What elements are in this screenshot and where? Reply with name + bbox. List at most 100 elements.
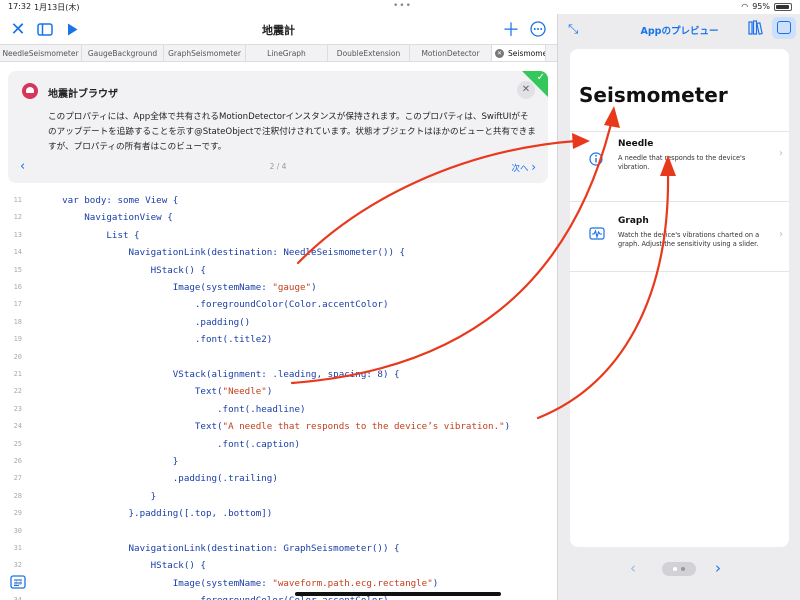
status-bar: 17:32 1月13日(木) ••• ◠ 95% bbox=[0, 0, 800, 14]
code-line[interactable]: 16 Image(systemName: "gauge") bbox=[0, 279, 557, 296]
code-text: Image(systemName: "gauge") bbox=[40, 282, 317, 293]
code-editor-pane: ✕ 地震計 ＋ NeedleSeismometer GaugeBackgroun… bbox=[0, 14, 557, 600]
code-line[interactable]: 27 .padding(.trailing) bbox=[0, 470, 557, 487]
code-line[interactable]: 15 HStack() { bbox=[0, 262, 557, 279]
tab-double-extension[interactable]: DoubleExtension bbox=[328, 45, 410, 61]
line-number: 27 bbox=[13, 474, 22, 483]
info-icon bbox=[589, 152, 603, 166]
wifi-icon: ◠ bbox=[741, 2, 749, 11]
seismometer-app-icon bbox=[22, 83, 38, 99]
code-text: Text("A needle that responds to the devi… bbox=[40, 421, 511, 433]
code-text: .foregroundColor(Color.accentColor) bbox=[40, 299, 389, 311]
tab-seismometer-label: Seismometer bbox=[508, 49, 546, 58]
tab-motion-detector[interactable]: MotionDetector bbox=[410, 45, 492, 61]
line-number: 31 bbox=[13, 544, 22, 552]
line-number: 20 bbox=[13, 352, 22, 361]
line-number: 16 bbox=[13, 283, 22, 291]
tab-gauge-background[interactable]: GaugeBackground bbox=[82, 45, 164, 61]
code-text: Text("Needle") bbox=[40, 386, 273, 398]
multitasking-icon[interactable]: ••• bbox=[393, 1, 412, 11]
preview-pager: ‹ › bbox=[558, 559, 800, 579]
code-text: .font(.headline) bbox=[40, 403, 306, 415]
code-text: }.padding([.top, .bottom]) bbox=[40, 508, 273, 520]
graph-icon bbox=[589, 227, 605, 241]
more-icon[interactable] bbox=[528, 18, 548, 40]
pager-dot bbox=[681, 567, 685, 571]
line-number: 11 bbox=[13, 196, 22, 204]
code-text: } bbox=[40, 456, 179, 467]
code-text: } bbox=[40, 490, 157, 502]
code-line[interactable]: 17 .foregroundColor(Color.accentColor) bbox=[0, 296, 557, 313]
code-line[interactable]: 31 NavigationLink(destination: GraphSeis… bbox=[0, 540, 557, 557]
code-line[interactable]: 23 .font(.headline) bbox=[0, 401, 557, 418]
guide-card: 地震計ブラウザ ✕ ✓ このプロパティには、App全体で共有されるMotionD… bbox=[8, 71, 548, 183]
code-line[interactable]: 13 List { bbox=[0, 227, 557, 244]
line-number: 22 bbox=[13, 387, 22, 396]
code-line[interactable]: 19 .font(.title2) bbox=[0, 331, 557, 348]
guide-next-label: 次へ bbox=[511, 164, 529, 174]
device-preview: Seismometer Needle A needle that respond… bbox=[570, 49, 789, 547]
code-line[interactable]: 18 .padding() bbox=[0, 314, 557, 331]
tab-seismometer[interactable]: ✕ Seismometer bbox=[492, 45, 546, 61]
code-line[interactable]: 12 NavigationView { bbox=[0, 209, 557, 226]
code-line[interactable]: 14 NavigationLink(destination: NeedleSei… bbox=[0, 244, 557, 261]
line-number: 26 bbox=[13, 457, 22, 465]
code-line[interactable]: 20 bbox=[0, 349, 557, 366]
code-line[interactable]: 24 Text("A needle that responds to the d… bbox=[0, 418, 557, 435]
code-text: NavigationView { bbox=[40, 212, 173, 224]
code-text: .padding() bbox=[40, 316, 251, 328]
code-line[interactable]: 28 } bbox=[0, 488, 557, 505]
tab-line-graph[interactable]: LineGraph bbox=[246, 45, 328, 61]
line-number: 14 bbox=[13, 248, 22, 257]
home-indicator bbox=[295, 592, 501, 596]
line-number: 30 bbox=[13, 526, 22, 535]
line-number: 29 bbox=[13, 509, 22, 518]
line-number: 17 bbox=[13, 300, 22, 309]
editor-toolbar: ✕ 地震計 ＋ bbox=[0, 14, 557, 44]
guide-next-button[interactable]: 次へ › bbox=[511, 160, 536, 174]
preview-toggle-button[interactable] bbox=[772, 17, 796, 39]
line-number: 23 bbox=[13, 404, 22, 413]
document-icon[interactable] bbox=[10, 575, 28, 591]
tab-close-icon[interactable]: ✕ bbox=[495, 49, 504, 58]
code-text: .padding(.trailing) bbox=[40, 473, 278, 485]
status-time: 17:32 bbox=[8, 2, 32, 11]
row-title-needle: Needle bbox=[618, 139, 654, 149]
code-text: var body: some View { bbox=[40, 195, 179, 206]
line-number: 18 bbox=[13, 317, 22, 326]
code-text: VStack(alignment: .leading, spacing: 8) … bbox=[40, 369, 400, 380]
file-tabs: NeedleSeismometer GaugeBackground GraphS… bbox=[0, 44, 557, 62]
chevron-right-icon: › bbox=[531, 160, 536, 174]
code-line[interactable]: 11 var body: some View { bbox=[0, 192, 557, 209]
list-item-graph[interactable]: Graph Watch the device's vibrations char… bbox=[570, 201, 789, 271]
pager-prev-icon[interactable]: ‹ bbox=[630, 559, 636, 577]
line-number: 15 bbox=[13, 265, 22, 274]
code-text: .font(.title2) bbox=[40, 334, 273, 346]
code-line[interactable]: 29 }.padding([.top, .bottom]) bbox=[0, 505, 557, 522]
pager-next-icon[interactable]: › bbox=[715, 559, 721, 577]
code-line[interactable]: 30 bbox=[0, 523, 557, 540]
line-number: 28 bbox=[13, 491, 22, 500]
battery-icon bbox=[774, 2, 792, 11]
list-item-needle[interactable]: Needle A needle that responds to the dev… bbox=[570, 131, 789, 201]
line-number: 12 bbox=[13, 213, 22, 222]
status-right: ◠ 95% bbox=[741, 2, 792, 11]
code-text: HStack() { bbox=[40, 560, 206, 572]
code-line[interactable]: 25 .font(.caption) bbox=[0, 436, 557, 453]
pager-dot bbox=[673, 567, 677, 571]
code-line[interactable]: 26 } bbox=[0, 453, 557, 470]
tab-needle-seismometer[interactable]: NeedleSeismometer bbox=[0, 45, 82, 61]
code-line[interactable]: 32 HStack() { bbox=[0, 557, 557, 574]
code-line[interactable]: 33 Image(systemName: "waveform.path.ecg.… bbox=[0, 575, 557, 592]
code-line[interactable]: 22 Text("Needle") bbox=[0, 383, 557, 400]
tab-graph-seismometer[interactable]: GraphSeismometer bbox=[164, 45, 246, 61]
library-icon[interactable] bbox=[748, 20, 764, 39]
guide-title: 地震計ブラウザ bbox=[48, 89, 118, 100]
checkmark-icon: ✓ bbox=[536, 72, 545, 83]
plus-icon[interactable]: ＋ bbox=[502, 18, 520, 41]
guide-page-indicator: 2 / 4 bbox=[269, 162, 287, 171]
chevron-right-icon: › bbox=[779, 148, 783, 159]
app-preview-pane: ⤡ Appのプレビュー Seismometer Needle A needle … bbox=[557, 14, 800, 600]
code-line[interactable]: 21 VStack(alignment: .leading, spacing: … bbox=[0, 366, 557, 383]
list-divider bbox=[570, 271, 789, 272]
